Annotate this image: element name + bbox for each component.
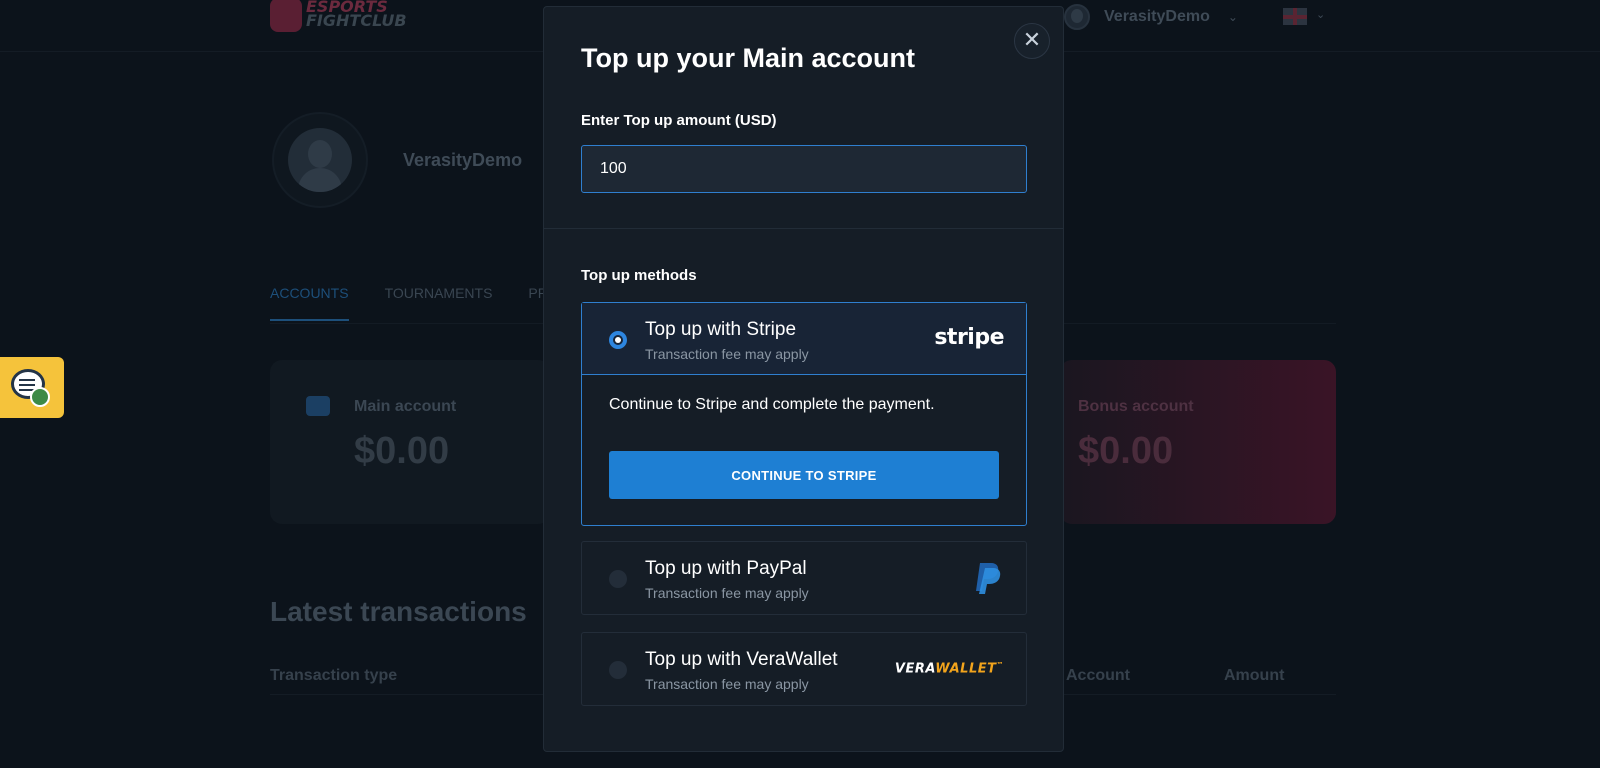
tab-tournaments[interactable]: TOURNAMENTS xyxy=(385,285,493,321)
main-account-amount: $0.00 xyxy=(354,430,450,472)
bonus-account-amount: $0.00 xyxy=(1078,430,1174,472)
modal-title: Top up your Main account xyxy=(581,43,915,73)
logo-mascot-icon xyxy=(270,0,302,32)
profile-avatar xyxy=(272,112,368,208)
main-account-card: Main account $0.00 xyxy=(270,360,550,524)
radio-icon[interactable] xyxy=(609,331,627,349)
method-stripe-body: Continue to Stripe and complete the paym… xyxy=(582,375,1026,525)
bonus-account-card: Bonus account $0.00 xyxy=(1060,360,1336,524)
method-paypal[interactable]: Top up with PayPal Transaction fee may a… xyxy=(581,541,1027,615)
method-subtitle: Transaction fee may apply xyxy=(645,585,809,601)
wallet-icon xyxy=(306,396,330,416)
method-title: Top up with VeraWallet xyxy=(645,649,838,670)
continue-to-stripe-button[interactable]: CONTINUE TO STRIPE xyxy=(609,451,999,499)
close-icon: ✕ xyxy=(1022,27,1042,52)
profile-tabs: ACCOUNTS TOURNAMENTS PR xyxy=(270,285,548,321)
profile-username: VerasityDemo xyxy=(403,150,523,170)
radio-icon[interactable] xyxy=(609,570,627,588)
method-stripe-header[interactable]: Top up with Stripe Transaction fee may a… xyxy=(582,303,1026,375)
method-verawallet[interactable]: Top up with VeraWallet Transaction fee m… xyxy=(581,632,1027,706)
method-verawallet-header[interactable]: Top up with VeraWallet Transaction fee m… xyxy=(582,633,1026,705)
amount-label: Enter Top up amount (USD) xyxy=(581,112,777,129)
avatar-icon xyxy=(1064,4,1090,30)
method-title: Top up with Stripe xyxy=(645,319,797,340)
esports-fightclub-logo[interactable]: ESPORTS FIGHTCLUB xyxy=(270,0,440,34)
modal-divider xyxy=(544,228,1063,229)
chat-support-widget[interactable] xyxy=(0,357,64,418)
user-menu[interactable]: VerasityDemo ⌄ xyxy=(1064,4,1238,30)
latest-transactions-title: Latest transactions xyxy=(270,596,527,627)
header-username: VerasityDemo xyxy=(1104,8,1210,25)
method-stripe: Top up with Stripe Transaction fee may a… xyxy=(581,302,1027,526)
column-account: Account xyxy=(1066,667,1130,684)
method-title: Top up with PayPal xyxy=(645,558,807,579)
bonus-account-label: Bonus account xyxy=(1078,398,1194,415)
paypal-logo-icon xyxy=(976,563,1001,594)
avatar-icon xyxy=(288,128,352,192)
method-subtitle: Transaction fee may apply xyxy=(645,346,809,362)
stripe-logo: stripe xyxy=(934,325,1004,350)
column-amount: Amount xyxy=(1224,667,1285,684)
chevron-down-icon: ⌄ xyxy=(1227,10,1238,24)
close-button[interactable]: ✕ xyxy=(1014,23,1050,59)
column-transaction-type: Transaction type xyxy=(270,667,398,684)
tab-accounts[interactable]: ACCOUNTS xyxy=(270,285,349,321)
radio-icon[interactable] xyxy=(609,661,627,679)
main-account-label: Main account xyxy=(354,398,457,415)
top-up-modal: ✕ Top up your Main account Enter Top up … xyxy=(543,6,1064,752)
verawallet-logo: VERAWALLET™ xyxy=(894,661,1004,677)
logo-line2: FIGHTCLUB xyxy=(306,11,407,30)
globe-icon xyxy=(30,387,50,407)
chevron-down-icon[interactable]: ⌄ xyxy=(1316,8,1325,21)
logo-text: ESPORTS FIGHTCLUB xyxy=(306,0,407,30)
amount-input[interactable] xyxy=(581,145,1027,193)
method-subtitle: Transaction fee may apply xyxy=(645,676,809,692)
method-paypal-header[interactable]: Top up with PayPal Transaction fee may a… xyxy=(582,542,1026,614)
uk-flag-icon[interactable] xyxy=(1283,8,1307,25)
methods-label: Top up methods xyxy=(581,267,697,284)
stripe-description: Continue to Stripe and complete the paym… xyxy=(609,396,935,413)
